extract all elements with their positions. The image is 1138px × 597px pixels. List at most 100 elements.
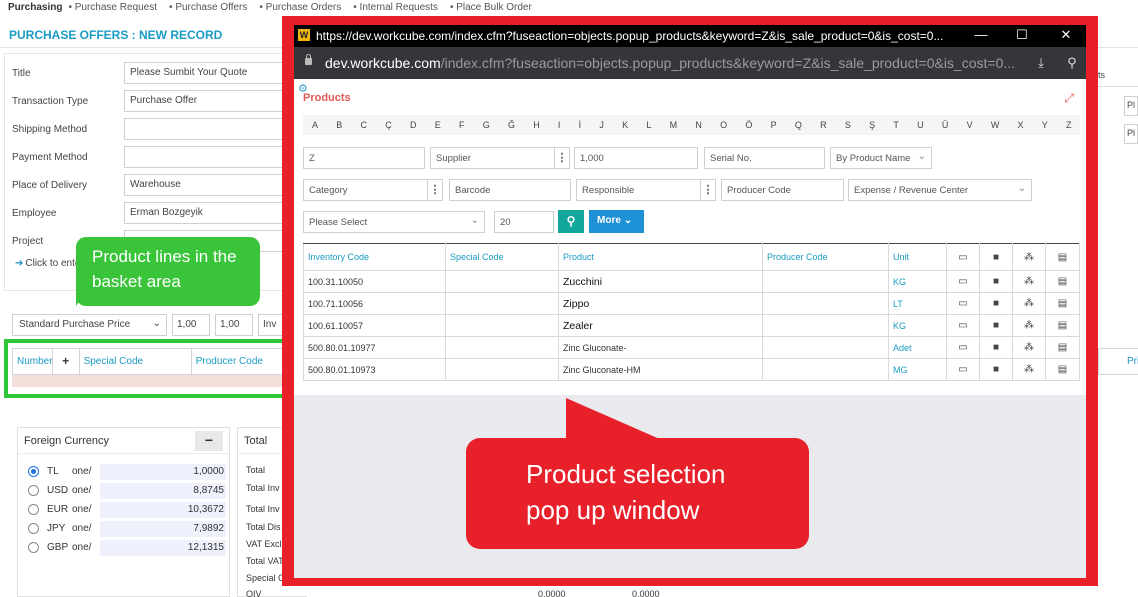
alphabet-letter[interactable]: A (312, 120, 318, 130)
radio-usd[interactable] (28, 485, 39, 496)
right-input-1[interactable]: Pl (1124, 96, 1138, 116)
product-name[interactable]: Zippo (558, 292, 763, 315)
close-icon[interactable]: ✕ (1058, 27, 1074, 43)
nav-purchase-request-label[interactable]: Purchase Request (75, 2, 157, 13)
serial-no-input[interactable]: Serial No. (704, 147, 825, 169)
nav-internal-requests-label[interactable]: Internal Requests (360, 2, 438, 13)
table-row[interactable]: 100.61.10057 Zealer KG ▭ ■ ⁂ ▤ (303, 314, 1080, 337)
expand-icon[interactable]: ⤢ (1064, 91, 1074, 106)
alphabet-letter[interactable]: I (558, 120, 561, 130)
unit[interactable]: LT (888, 292, 947, 315)
nav-purchasing[interactable]: Purchasing (8, 2, 62, 13)
alphabet-letter[interactable]: S (845, 120, 851, 130)
table-row[interactable]: 500.80.01.10973 Zinc Gluconate-HM MG ▭ ■… (303, 358, 1080, 381)
supplier-input[interactable]: Supplier (430, 147, 554, 169)
alphabet-letter[interactable]: N (695, 120, 702, 130)
nav-purchase-request[interactable]: • Purchase Request (68, 2, 163, 13)
document-icon[interactable]: ▤ (1045, 358, 1080, 381)
payment-method-field[interactable] (124, 146, 294, 168)
alphabet-letter[interactable]: J (599, 120, 604, 130)
right-tab-label[interactable]: ts (1098, 70, 1105, 80)
boxes-icon[interactable]: ⁂ (1012, 292, 1046, 315)
please-select-dropdown[interactable]: Please Select ⌄ (303, 211, 485, 233)
employee-field[interactable]: Erman Bozgeyik (124, 202, 294, 224)
alphabet-letter[interactable]: O (720, 120, 727, 130)
document-icon[interactable]: ▤ (1045, 314, 1080, 337)
money-icon[interactable]: ▭ (946, 336, 980, 359)
alphabet-letter[interactable]: Ş (869, 120, 875, 130)
money-icon[interactable]: ▭ (946, 243, 980, 271)
unit[interactable]: Adet (888, 336, 947, 359)
table-row[interactable]: 100.71.10056 Zippo LT ▭ ■ ⁂ ▤ (303, 292, 1080, 315)
box-icon[interactable]: ■ (979, 314, 1013, 337)
more-button[interactable]: More ⌄ (589, 210, 644, 233)
alphabet-letter[interactable]: T (893, 120, 899, 130)
price-list-select[interactable]: Standard Purchase Price ⌄ (12, 314, 167, 336)
responsible-input[interactable]: Responsible (576, 179, 700, 201)
alphabet-letter[interactable]: Ç (385, 120, 392, 130)
alphabet-letter[interactable]: V (967, 120, 973, 130)
currency-rate[interactable]: 7,9892 (100, 521, 226, 537)
responsible-picker-button[interactable]: ⋮ (700, 179, 716, 201)
alphabet-letter[interactable]: U (917, 120, 924, 130)
url-field[interactable]: dev.workcube.com/index.cfm?fuseaction=ob… (325, 55, 1015, 71)
radio-gbp[interactable] (28, 542, 39, 553)
box-icon[interactable]: ■ (979, 358, 1013, 381)
boxes-icon[interactable]: ⁂ (1012, 314, 1046, 337)
alphabet-letter[interactable]: Y (1042, 120, 1048, 130)
rate-input-2[interactable]: 1,00 (215, 314, 253, 336)
money-icon[interactable]: ▭ (946, 314, 980, 337)
collapse-button[interactable]: − (195, 431, 223, 451)
unit[interactable]: KG (888, 270, 947, 293)
nav-place-bulk-order-label[interactable]: Place Bulk Order (456, 2, 532, 13)
document-icon[interactable]: ▤ (1045, 292, 1080, 315)
click-to-enter-link[interactable]: ➔ Click to ente (15, 258, 80, 269)
document-icon[interactable]: ▤ (1045, 336, 1080, 359)
product-name[interactable]: Zinc Gluconate- (558, 336, 763, 359)
table-row[interactable]: 100.31.10050 Zucchini KG ▭ ■ ⁂ ▤ (303, 270, 1080, 293)
box-icon[interactable]: ■ (979, 270, 1013, 293)
barcode-input[interactable]: Barcode (449, 179, 571, 201)
boxes-icon[interactable]: ⁂ (1012, 358, 1046, 381)
boxes-icon[interactable]: ⁂ (1012, 270, 1046, 293)
quantity-input[interactable]: 1,000 (574, 147, 698, 169)
click-to-enter-label[interactable]: Click to ente (25, 258, 80, 269)
rate-input-1[interactable]: 1,00 (172, 314, 210, 336)
box-icon[interactable]: ■ (979, 243, 1013, 271)
alphabet-letter[interactable]: W (991, 120, 1000, 130)
alphabet-letter[interactable]: İ (579, 120, 582, 130)
nav-place-bulk-order[interactable]: • Place Bulk Order (450, 2, 538, 13)
alphabet-letter[interactable]: F (459, 120, 465, 130)
column-producer-code[interactable]: Producer Code (762, 243, 889, 271)
document-icon[interactable]: ▤ (1045, 270, 1080, 293)
boxes-icon[interactable]: ⁂ (1012, 336, 1046, 359)
minimize-icon[interactable]: — (973, 27, 989, 43)
document-icon[interactable]: ▤ (1045, 243, 1080, 271)
table-row[interactable]: 500.80.01.10977 Zinc Gluconate- Adet ▭ ■… (303, 336, 1080, 359)
nav-purchase-offers[interactable]: • Purchase Offers (169, 2, 253, 13)
box-icon[interactable]: ■ (979, 292, 1013, 315)
column-inventory-code[interactable]: Inventory Code (303, 243, 446, 271)
alphabet-letter[interactable]: B (336, 120, 342, 130)
alphabet-letter[interactable]: X (1018, 120, 1024, 130)
boxes-icon[interactable]: ⁂ (1012, 243, 1046, 271)
zoom-icon[interactable]: ⚲ (1063, 54, 1081, 72)
alphabet-letter[interactable]: R (820, 120, 827, 130)
title-field[interactable]: Please Sumbit Your Quote (124, 62, 294, 84)
currency-rate[interactable]: 12,1315 (100, 540, 226, 556)
alphabet-letter[interactable]: Ü (942, 120, 949, 130)
currency-rate[interactable]: 10,3672 (100, 502, 226, 518)
radio-tl[interactable] (28, 466, 39, 477)
alphabet-letter[interactable]: D (410, 120, 417, 130)
column-unit[interactable]: Unit (888, 243, 947, 271)
alphabet-letter[interactable]: H (533, 120, 540, 130)
money-icon[interactable]: ▭ (946, 270, 980, 293)
alphabet-letter[interactable]: Z (1066, 120, 1072, 130)
product-name[interactable]: Zinc Gluconate-HM (558, 358, 763, 381)
alphabet-letter[interactable]: P (771, 120, 777, 130)
search-button[interactable]: ⚲ (558, 210, 584, 233)
unit[interactable]: MG (888, 358, 947, 381)
right-input-2[interactable]: Pl (1124, 124, 1138, 144)
nav-internal-requests[interactable]: • Internal Requests (353, 2, 444, 13)
alphabet-letter[interactable]: C (361, 120, 368, 130)
